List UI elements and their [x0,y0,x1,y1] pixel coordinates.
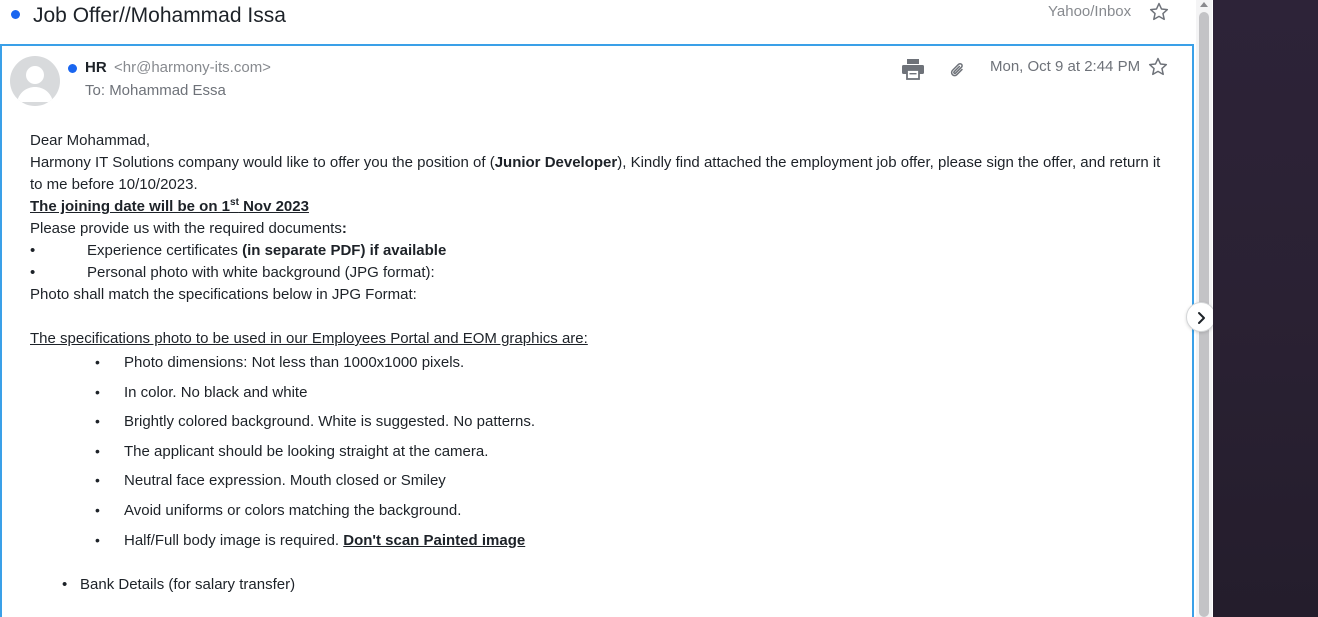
to-label: To: [85,82,106,99]
joining-text: The joining date will be on 1 [30,198,231,215]
spec-warning: Don't scan Painted image [343,531,526,549]
spec-text: Photo dimensions: Not less than 1000x100… [124,354,465,371]
scroll-up-arrow-icon[interactable] [1199,0,1209,8]
list-item: • Experience certificates (in separate P… [30,240,1170,262]
bullet: • [30,264,36,281]
spec-text: The applicant should be looking straight… [124,442,489,460]
bullet: • [95,531,100,548]
bullet: • [95,354,100,370]
spec-text: Neutral face expression. Mouth closed or… [124,472,446,490]
greeting: Dear Mohammad, [30,132,151,149]
spec-text: In color. No black and white [124,383,308,401]
sender-avatar [10,56,60,106]
spec-text: Brightly colored background. White is su… [124,413,536,431]
bank-details-text: Bank Details (for salary transfer) [80,576,296,593]
document-item-text: Experience certificates [87,242,243,259]
bullet: • [30,242,36,259]
unread-indicator [11,10,20,19]
joining-date: The joining date will be on 1st Nov 2023 [30,196,1170,218]
spec-text: Half/Full body image is required. [124,531,344,549]
bullet: • [95,501,100,518]
documents-intro: Please provide us with the required docu… [30,218,1170,240]
expand-panel-button[interactable] [1186,302,1216,332]
bullet: • [95,383,100,400]
documents-text: Please provide us with the required docu… [30,220,342,237]
recipient-line: To: Mohammad Essa [85,82,226,99]
message-body: Dear Mohammad, Harmony IT Solutions comp… [30,130,1170,350]
star-icon[interactable] [1147,56,1169,78]
bullet: • [62,576,68,593]
folder-link[interactable]: Yahoo/Inbox [1048,3,1131,20]
spec-text: Avoid uniforms or colors matching the ba… [124,501,462,519]
attachment-icon[interactable] [947,60,967,80]
list-item: • Personal photo with white background (… [30,262,1170,284]
unread-indicator [68,64,77,73]
sender-name[interactable]: HR [85,59,107,76]
star-icon[interactable] [1148,1,1170,23]
print-icon[interactable] [901,58,925,80]
document-item-text: Personal photo with white background (JP… [87,264,435,281]
intro-text: Harmony IT Solutions company would like … [30,154,495,171]
message-date: Mon, Oct 9 at 2:44 PM [990,58,1141,75]
document-item-bold: (in separate PDF) if available [242,242,447,259]
joining-month: Nov 2023 [238,198,309,215]
recipient-name[interactable]: Mohammad Essa [109,82,226,99]
sender-email[interactable]: <hr@harmony-its.com> [114,59,271,76]
side-panel [1213,0,1318,617]
bullet: • [95,472,100,489]
job-title: Junior Developer [494,154,618,171]
intro-paragraph: Harmony IT Solutions company would like … [30,152,1170,196]
documents-colon: : [341,220,347,237]
photo-note: Photo shall match the specifications bel… [30,286,417,303]
chevron-right-icon [1198,312,1205,324]
spec-heading: The specifications photo to be used in o… [30,330,588,347]
default-avatar-icon [17,66,53,102]
bullet: • [95,413,100,430]
joining-sup: st [230,197,239,208]
bullet: • [95,442,100,459]
subject-bar: Job Offer//Mohammad Issa Yahoo/Inbox [0,0,1196,44]
email-subject: Job Offer//Mohammad Issa [33,4,286,27]
